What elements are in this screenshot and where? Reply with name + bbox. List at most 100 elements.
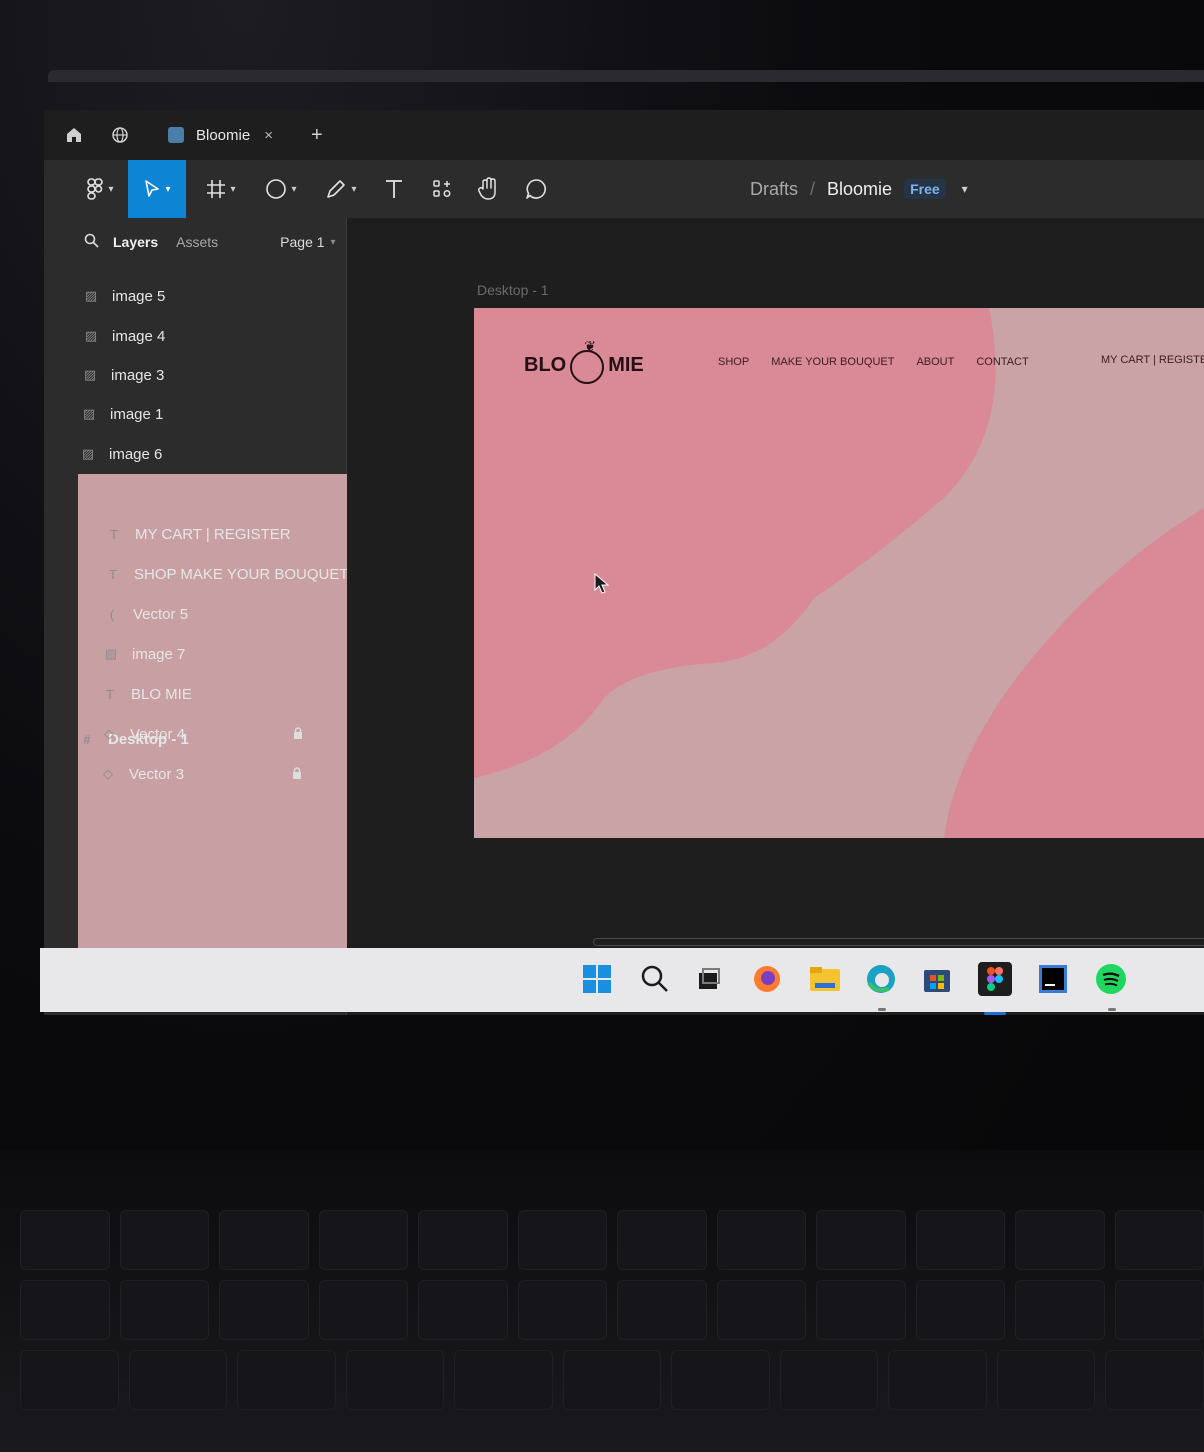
- layer-name: Vector 4: [130, 725, 186, 743]
- file-explorer-icon[interactable]: [808, 962, 842, 996]
- frame-icon: [207, 180, 226, 198]
- edge-icon[interactable]: [864, 962, 898, 996]
- layer-name: image 3: [111, 366, 165, 384]
- firefox-icon[interactable]: [750, 962, 784, 996]
- tab-layers[interactable]: Layers: [113, 234, 158, 250]
- running-indicator: [1108, 1008, 1116, 1011]
- resources-button[interactable]: [422, 160, 462, 218]
- layer-item[interactable]: ▨ image 4: [82, 316, 382, 356]
- lock-icon[interactable]: [292, 767, 302, 782]
- lock-icon[interactable]: [293, 727, 303, 742]
- close-icon[interactable]: ×: [264, 127, 273, 144]
- layer-item[interactable]: ▨ image 3: [81, 355, 381, 395]
- screen: Bloomie × + ▾ ▾ ▾ ▾ ▾ Drafts / Bloomie F…: [44, 110, 1204, 1015]
- hand-icon: [477, 177, 496, 200]
- chevron-down-icon: ▾: [230, 183, 236, 195]
- text-tool-button[interactable]: [374, 160, 414, 218]
- frame-layer-icon: #: [83, 731, 91, 747]
- text-icon: [386, 180, 402, 198]
- pen-icon: [327, 180, 346, 198]
- layer-item[interactable]: ▨ image 5: [82, 276, 382, 316]
- image-layer-icon: ▨: [84, 288, 98, 303]
- windows-taskbar: [40, 948, 1204, 1015]
- layer-name: image 5: [112, 287, 166, 305]
- breadcrumb: Drafts / Bloomie Free ▾: [750, 160, 968, 218]
- figma-icon[interactable]: [978, 962, 1012, 996]
- bloomie-logo: BLO ❦ MIE: [524, 338, 644, 384]
- file-name[interactable]: Bloomie: [827, 179, 892, 200]
- tab-bloomie[interactable]: Bloomie ×: [158, 110, 283, 160]
- key-row: [20, 1280, 1204, 1340]
- toolbar: ▾ ▾ ▾ ▾ ▾ Drafts / Bloomie Free ▾: [44, 160, 1204, 219]
- breadcrumb-drafts[interactable]: Drafts: [750, 179, 798, 200]
- nav-make-your-bouquet[interactable]: MAKE YOUR BOUQUET: [771, 356, 894, 368]
- layer-name: Vector 3: [129, 765, 185, 783]
- chevron-down-icon: ▾: [165, 183, 171, 195]
- text-layer-icon: T: [109, 566, 117, 582]
- layer-name: image 6: [109, 445, 163, 463]
- nav-contact[interactable]: CONTACT: [976, 356, 1028, 368]
- running-indicator: [878, 1008, 886, 1011]
- frame-tool-button[interactable]: ▾: [196, 160, 246, 218]
- desktop-frame[interactable]: BLO ❦ MIE SHOP MAKE YOUR BOUQUET ABOUT C…: [474, 308, 1204, 838]
- chevron-down-icon[interactable]: ▾: [962, 182, 968, 196]
- home-icon[interactable]: [58, 119, 90, 151]
- layers-panel: Layers Assets Page 1 ▾ ▨ image 5 ▨ image 4…: [44, 218, 808, 1015]
- background-blobs: [474, 308, 1204, 838]
- vector-layer-icon: ◇: [103, 766, 113, 781]
- layer-name: Vector 5: [133, 605, 189, 623]
- laptop-keyboard: [0, 1150, 1204, 1452]
- design-canvas[interactable]: Desktop - 1 BLO ❦ MIE SHOP MAKE YOUR BOU…: [347, 218, 1204, 1015]
- tab-title: Bloomie: [196, 126, 251, 144]
- move-tool-button[interactable]: ▾: [128, 160, 186, 218]
- hand-tool-button[interactable]: [468, 160, 508, 218]
- globe-icon[interactable]: [104, 119, 136, 151]
- pen-tool-button[interactable]: ▾: [316, 160, 366, 218]
- layer-name: image 1: [110, 405, 164, 423]
- plan-badge: Free: [904, 179, 946, 199]
- layer-item[interactable]: ▨ image 1: [80, 394, 380, 434]
- text-layer-icon: T: [106, 686, 114, 702]
- active-indicator: [984, 1012, 1006, 1015]
- breadcrumb-separator: /: [810, 178, 816, 199]
- nav-about[interactable]: ABOUT: [916, 356, 954, 368]
- logo-ring: ❦: [570, 338, 605, 384]
- components-icon: [433, 180, 451, 197]
- chevron-down-icon: ▾: [351, 183, 357, 195]
- image-layer-icon: ▨: [83, 367, 97, 382]
- horizontal-scrollbar[interactable]: [593, 938, 1204, 946]
- layer-name: BLO MIE: [131, 685, 192, 703]
- bezel-edge: [48, 70, 1204, 82]
- layer-name: SHOP MAKE YOUR BOUQUET...: [134, 565, 360, 583]
- site-nav: SHOP MAKE YOUR BOUQUET ABOUT CONTACT: [718, 356, 1051, 368]
- logo-text-left: BLO: [524, 353, 567, 376]
- image-layer-icon: ▨: [82, 406, 96, 421]
- intellij-icon[interactable]: [1036, 962, 1070, 996]
- key-row: [20, 1350, 1204, 1410]
- frame-label[interactable]: Desktop - 1: [477, 282, 549, 298]
- chevron-down-icon: ▾: [108, 183, 114, 195]
- vector-layer-icon: ◇: [104, 726, 114, 741]
- page-selector[interactable]: Page 1: [280, 234, 324, 250]
- chevron-down-icon: ▾: [330, 236, 336, 248]
- tab-bar: Bloomie × +: [44, 110, 1204, 160]
- task-view-icon[interactable]: [692, 962, 726, 996]
- comment-tool-button[interactable]: [516, 160, 556, 218]
- search-icon[interactable]: [638, 962, 672, 996]
- shape-tool-button[interactable]: ▾: [256, 160, 306, 218]
- layer-name: image 7: [132, 645, 186, 663]
- search-icon[interactable]: [84, 233, 99, 252]
- text-layer-icon: T: [110, 526, 118, 542]
- tab-assets[interactable]: Assets: [176, 234, 218, 250]
- vector-layer-icon: (: [109, 606, 115, 622]
- main-menu-button[interactable]: ▾: [78, 160, 122, 218]
- windows-start-icon[interactable]: [580, 962, 614, 996]
- layer-item[interactable]: ▨ image 6: [79, 434, 379, 474]
- cursor-icon: [145, 180, 160, 197]
- spotify-icon[interactable]: [1094, 962, 1128, 996]
- microsoft-store-icon[interactable]: [920, 962, 954, 996]
- cart-register-link[interactable]: MY CART | REGISTE: [1101, 354, 1204, 366]
- add-tab-icon[interactable]: +: [311, 124, 323, 147]
- figma-file-icon: [168, 127, 184, 143]
- nav-shop[interactable]: SHOP: [718, 356, 749, 368]
